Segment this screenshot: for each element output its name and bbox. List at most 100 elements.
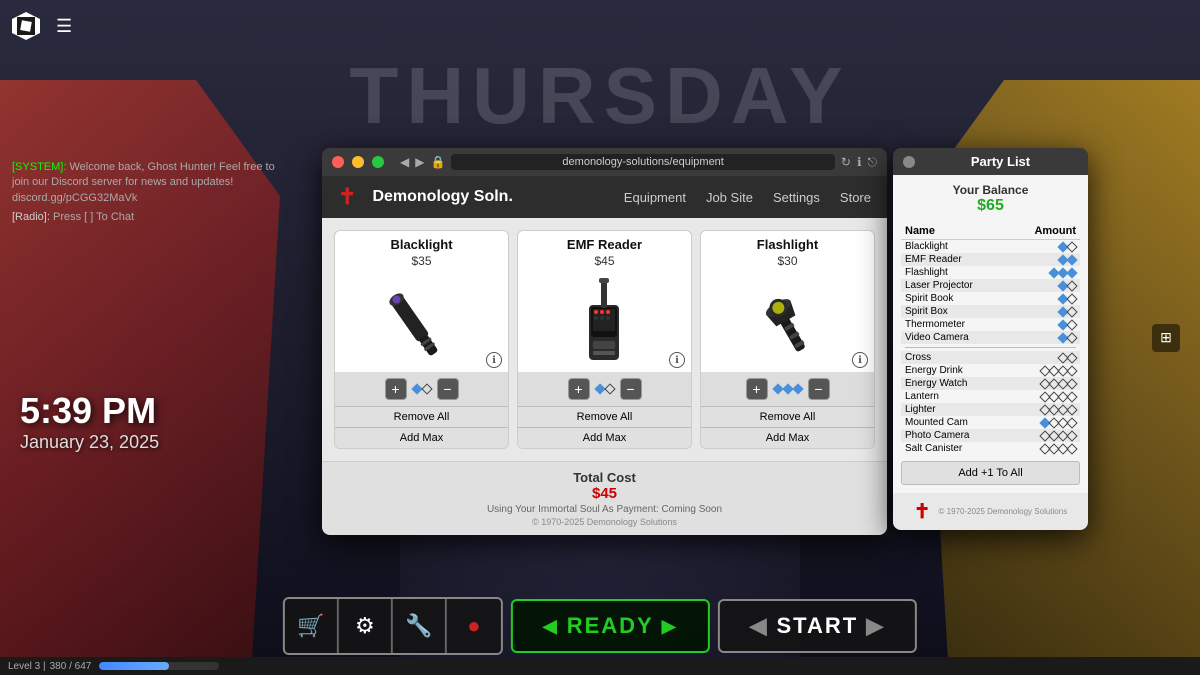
url-bar[interactable]: [451, 154, 834, 170]
table-row: Lighter: [901, 403, 1080, 416]
browser-footer: Total Cost $45 Using Your Immortal Soul …: [322, 461, 887, 535]
party-footer: ✝ © 1970-2025 Demonology Solutions: [893, 493, 1088, 530]
emf-add[interactable]: +: [568, 378, 590, 400]
party-title: Party List: [923, 154, 1078, 169]
add-all-button[interactable]: Add +1 To All: [901, 461, 1080, 485]
blacklight-info[interactable]: ℹ: [486, 352, 502, 368]
flashlight-name: Flashlight: [701, 231, 874, 254]
emf-remove-all[interactable]: Remove All: [518, 406, 691, 427]
roblox-logo[interactable]: [12, 12, 40, 40]
browser-titlebar: ◀ ▶ 🔒 ↻ ℹ ⎋: [322, 148, 887, 176]
share-icon[interactable]: ⎋: [868, 155, 878, 170]
item-name: Spirit Book: [901, 292, 1009, 305]
ready-chevron-right: ▶: [662, 616, 678, 637]
blacklight-remove-all[interactable]: Remove All: [335, 406, 508, 427]
item-name: Energy Watch: [901, 377, 1009, 390]
item-amount: [1009, 429, 1080, 442]
emf-remove[interactable]: −: [620, 378, 642, 400]
item-name: Flashlight: [901, 266, 1009, 279]
emf-card: EMF Reader $45: [517, 230, 692, 449]
chat-area: [SYSTEM]: Welcome back, Ghost Hunter! Fe…: [12, 160, 292, 230]
table-row: Video Camera: [901, 331, 1080, 344]
start-chevron-left: ◀: [750, 613, 769, 639]
table-row: Cross: [901, 351, 1080, 364]
nav-settings[interactable]: Settings: [773, 190, 820, 205]
nav-equipment[interactable]: Equipment: [624, 190, 686, 205]
close-button[interactable]: [332, 156, 344, 168]
wrench-icon-button[interactable]: 🔧: [393, 599, 447, 653]
hamburger-menu[interactable]: ☰: [56, 16, 72, 37]
flashlight-count: [774, 385, 802, 393]
item-name: Salt Canister: [901, 442, 1009, 455]
table-row: Laser Projector: [901, 279, 1080, 292]
party-copyright: © 1970-2025 Demonology Solutions: [939, 507, 1068, 516]
blacklight-remove[interactable]: −: [437, 378, 459, 400]
flashlight-remove[interactable]: −: [808, 378, 830, 400]
emf-controls: + −: [518, 372, 691, 406]
item-amount: [1009, 266, 1080, 279]
time-display: 5:39 PM January 23, 2025: [20, 390, 159, 453]
info-icon[interactable]: ℹ: [857, 155, 862, 169]
current-time: 5:39 PM: [20, 390, 159, 432]
system-message: [SYSTEM]: Welcome back, Ghost Hunter! Fe…: [12, 160, 292, 206]
table-row: Spirit Box: [901, 305, 1080, 318]
emf-add-max[interactable]: Add Max: [518, 427, 691, 448]
flashlight-card: Flashlight $30 ℹ +: [700, 230, 875, 449]
emf-info[interactable]: ℹ: [669, 352, 685, 368]
blacklight-count: [413, 385, 431, 393]
refresh-icon[interactable]: ↻: [841, 155, 851, 169]
back-icon[interactable]: ◀: [400, 155, 409, 169]
settings-icon-button[interactable]: ⚙: [339, 599, 393, 653]
party-panel: Party List Your Balance $65 Name Amount …: [893, 148, 1088, 530]
table-row: Energy Drink: [901, 364, 1080, 377]
app-logo-cross: ✝: [338, 184, 356, 210]
camera-button[interactable]: ⊞: [1152, 324, 1180, 352]
radio-text: Press [ ] To Chat: [53, 211, 134, 223]
flashlight-add[interactable]: +: [746, 378, 768, 400]
item-amount: [1009, 442, 1080, 455]
col-name: Name: [901, 223, 1009, 240]
ready-button[interactable]: ◀ READY ▶: [511, 599, 710, 653]
ready-label: READY: [567, 613, 654, 639]
browser-nav: ◀ ▶ 🔒 ↻ ℹ ⎋: [400, 154, 877, 170]
nav-store[interactable]: Store: [840, 190, 871, 205]
flashlight-add-max[interactable]: Add Max: [701, 427, 874, 448]
day-label: THURSDAY: [349, 50, 850, 142]
item-name: Thermometer: [901, 318, 1009, 331]
emf-count: [596, 385, 614, 393]
party-status-dot: [903, 156, 915, 168]
balance-label: Your Balance: [901, 183, 1080, 197]
item-name: Cross: [901, 351, 1009, 364]
item-amount: [1009, 364, 1080, 377]
blacklight-add-max[interactable]: Add Max: [335, 427, 508, 448]
red-circle-button[interactable]: ●: [447, 599, 501, 653]
item-amount: [1009, 403, 1080, 416]
nav-jobsite[interactable]: Job Site: [706, 190, 753, 205]
flashlight-info[interactable]: ℹ: [852, 352, 868, 368]
toolbar-icon-group: 🛒 ⚙ 🔧 ●: [283, 597, 503, 655]
minimize-button[interactable]: [352, 156, 364, 168]
item-amount: [1009, 253, 1080, 266]
table-row: Mounted Cam: [901, 416, 1080, 429]
cart-icon-button[interactable]: 🛒: [285, 599, 339, 653]
item-name: Spirit Box: [901, 305, 1009, 318]
emf-image: ℹ: [518, 272, 691, 372]
blacklight-name: Blacklight: [335, 231, 508, 254]
start-button[interactable]: ◀ START ▶: [718, 599, 918, 653]
forward-icon[interactable]: ▶: [415, 155, 424, 169]
table-row: EMF Reader: [901, 253, 1080, 266]
blacklight-add[interactable]: +: [385, 378, 407, 400]
item-amount: [1009, 351, 1080, 364]
equipment-grid: Blacklight $35 ℹ + −: [322, 218, 887, 461]
diamond-empty: [604, 383, 615, 394]
bottom-toolbar: 🛒 ⚙ 🔧 ● ◀ READY ▶ ◀ START ▶: [283, 597, 917, 655]
browser-copyright: © 1970-2025 Demonology Solutions: [338, 517, 871, 527]
app-header: ✝ Demonology Soln. Equipment Job Site Se…: [322, 176, 887, 218]
balance-value: $65: [901, 197, 1080, 215]
maximize-button[interactable]: [372, 156, 384, 168]
flashlight-remove-all[interactable]: Remove All: [701, 406, 874, 427]
table-row: Energy Watch: [901, 377, 1080, 390]
footer-note: Using Your Immortal Soul As Payment: Com…: [338, 504, 871, 515]
ready-chevron-left: ◀: [543, 616, 559, 637]
item-amount: [1009, 331, 1080, 344]
